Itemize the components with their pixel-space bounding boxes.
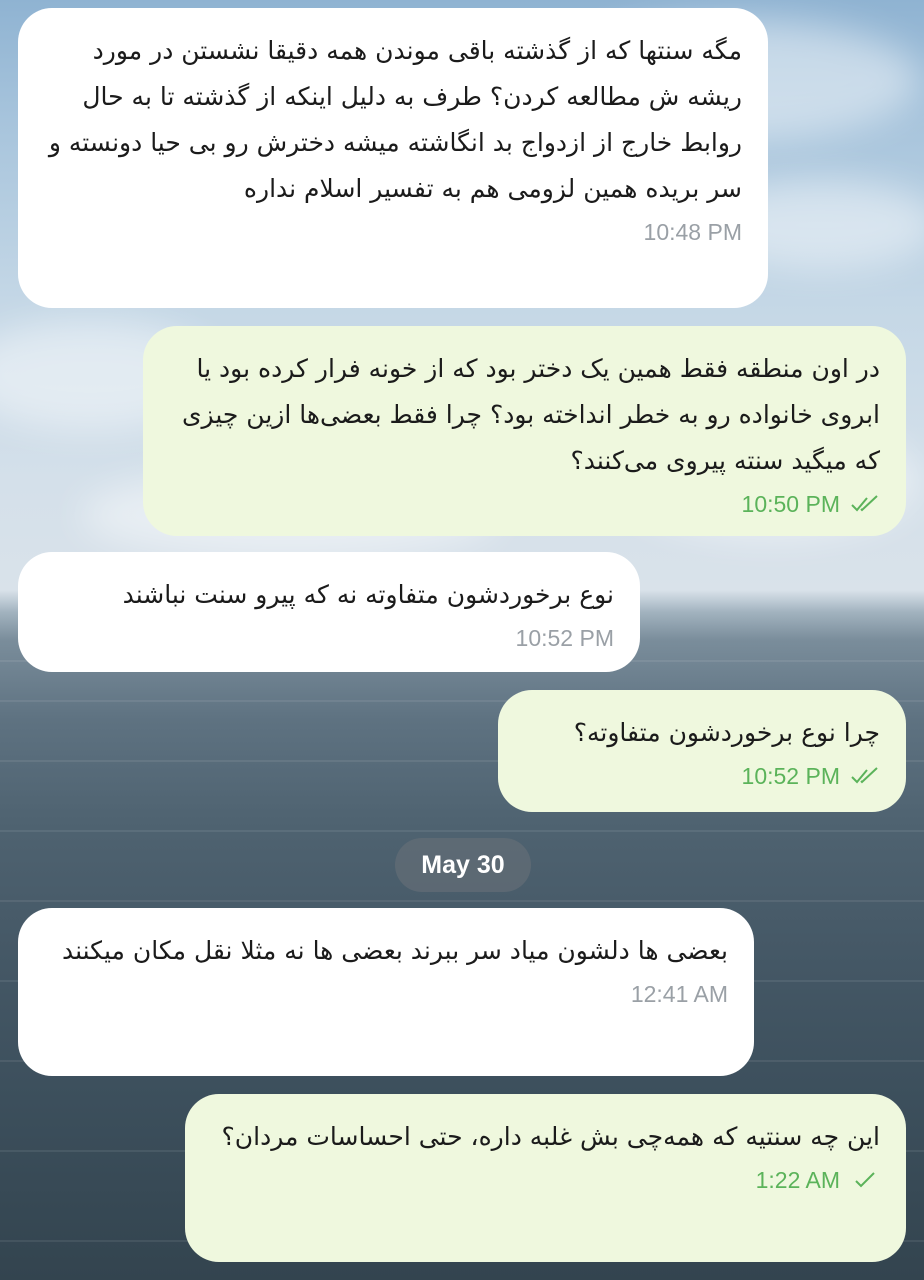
message-text: در اون منطقه فقط همین یک دختر بود که از … [181, 354, 880, 475]
date-separator: May 30 [395, 838, 531, 892]
message-time: 10:50 PM [741, 491, 840, 517]
message-meta: 12:41 AM [44, 980, 728, 1008]
message-time: 12:41 AM [630, 981, 728, 1007]
message-time: 10:52 PM [741, 763, 840, 789]
message-text: بعضی ها دلشون میاد سر ببرند بعضی ها نه م… [61, 936, 728, 965]
single-check-icon [855, 1172, 875, 1188]
message-text: این چه سنتیه که همه‌چی بش غلبه داره، حتی… [221, 1122, 880, 1151]
message-bubble-incoming[interactable]: بعضی ها دلشون میاد سر ببرند بعضی ها نه م… [18, 908, 754, 1076]
message-bubble-outgoing[interactable]: در اون منطقه فقط همین یک دختر بود که از … [143, 326, 906, 536]
message-meta: 10:52 PM [524, 762, 880, 790]
double-check-icon [851, 495, 878, 512]
message-text: چرا نوع برخوردشون متفاوته؟ [573, 718, 880, 747]
double-check-icon [851, 767, 878, 784]
message-text: مگه سنتها که از گذشته باقی موندن همه دقی… [48, 36, 742, 203]
message-time: 10:48 PM [643, 219, 742, 245]
message-meta: 10:52 PM [44, 624, 614, 652]
message-bubble-incoming[interactable]: مگه سنتها که از گذشته باقی موندن همه دقی… [18, 8, 768, 308]
message-time: 1:22 AM [755, 1167, 840, 1193]
message-text: نوع برخوردشون متفاوته نه که پیرو سنت نبا… [122, 580, 614, 609]
message-meta: 1:22 AM [211, 1166, 880, 1194]
message-meta: 10:50 PM [169, 490, 880, 518]
message-bubble-outgoing[interactable]: این چه سنتیه که همه‌چی بش غلبه داره، حتی… [185, 1094, 906, 1262]
message-time: 10:52 PM [515, 625, 614, 651]
message-bubble-outgoing[interactable]: چرا نوع برخوردشون متفاوته؟ 10:52 PM [498, 690, 906, 812]
message-bubble-incoming[interactable]: نوع برخوردشون متفاوته نه که پیرو سنت نبا… [18, 552, 640, 672]
message-meta: 10:48 PM [44, 218, 742, 246]
